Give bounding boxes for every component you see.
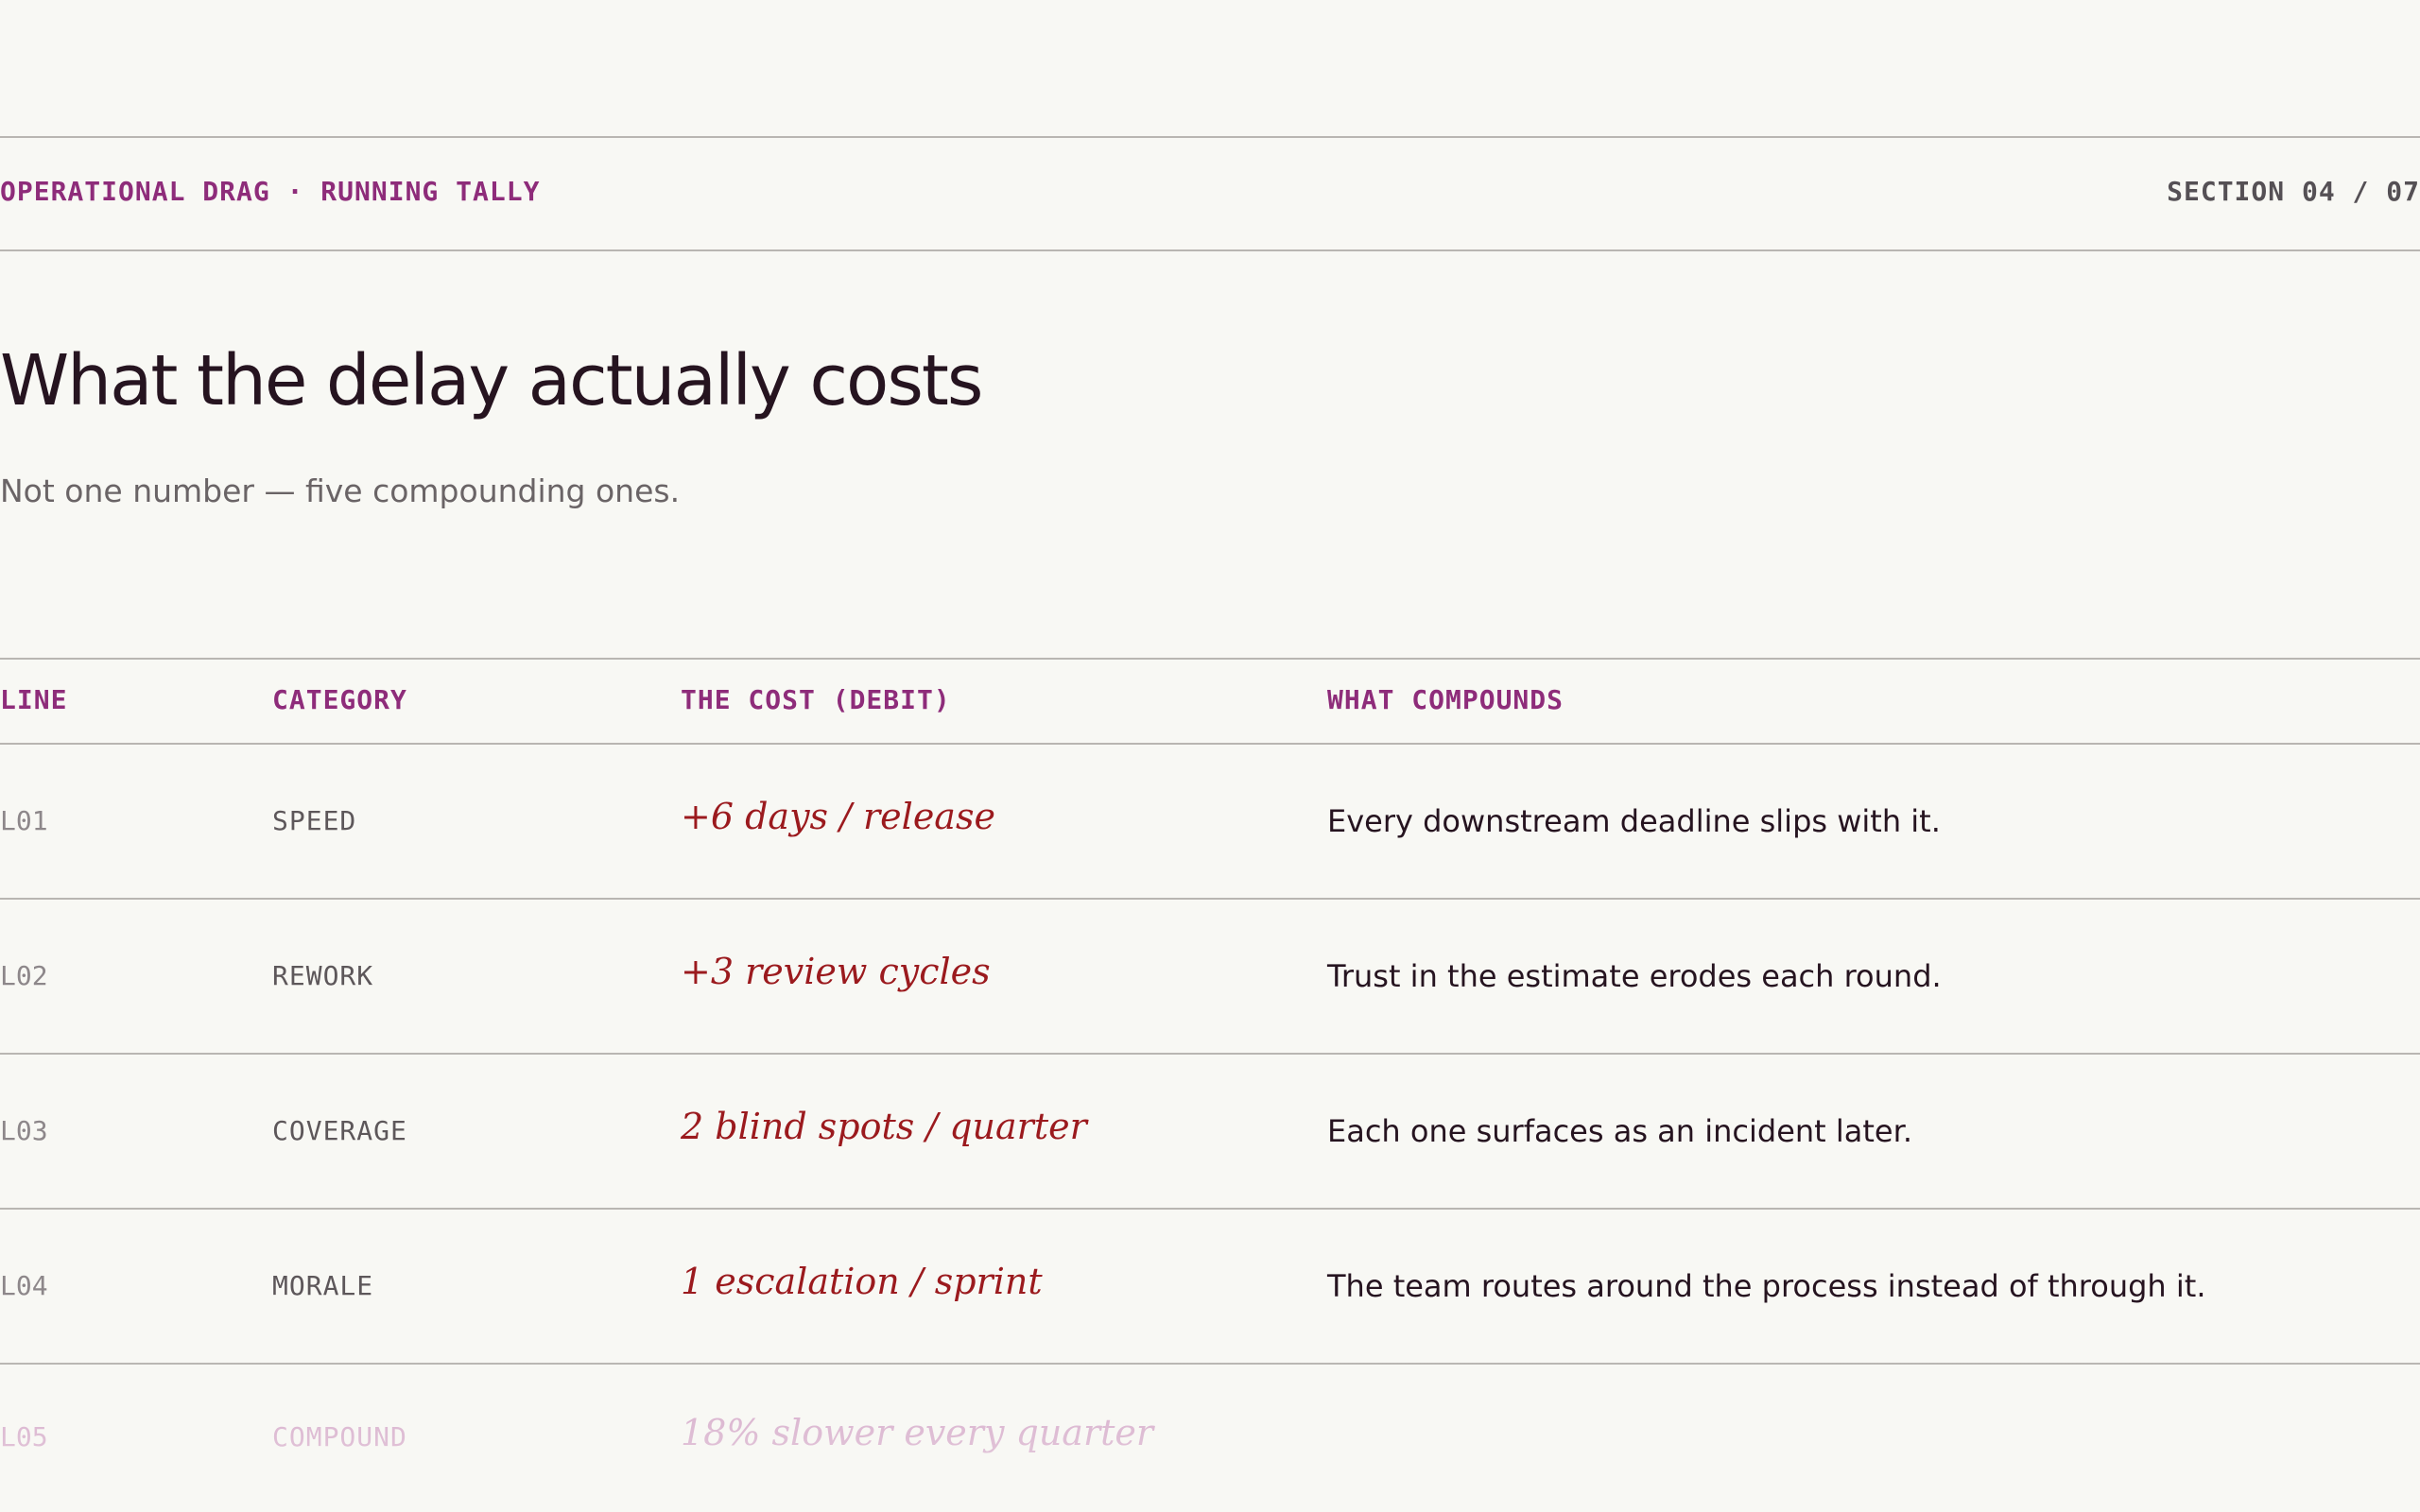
line-id: L01 xyxy=(0,805,48,836)
page-subtitle: Not one number — five compounding ones. xyxy=(0,472,681,509)
compounds-text: Trust in the estimate erodes each round. xyxy=(1327,958,1942,994)
line-id: L03 xyxy=(0,1115,48,1146)
top-rule xyxy=(0,136,2420,138)
cost-value: 18% slower every quarter xyxy=(681,1412,1154,1453)
section-eyebrow: OPERATIONAL DRAG · RUNNING TALLY xyxy=(0,176,541,207)
page-title: What the delay actually costs xyxy=(0,340,983,421)
column-header-category: CATEGORY xyxy=(272,684,407,715)
line-id: L05 xyxy=(0,1421,48,1452)
cost-value: 2 blind spots / quarter xyxy=(681,1106,1087,1147)
row-divider xyxy=(0,1363,2420,1365)
cost-value: +3 review cycles xyxy=(681,951,991,992)
category-label: SPEED xyxy=(272,805,357,836)
column-header-line: LINE xyxy=(0,684,68,715)
category-label: COMPOUND xyxy=(272,1421,407,1452)
column-header-cost: THE COST (DEBIT) xyxy=(681,684,951,715)
row-divider xyxy=(0,1208,2420,1210)
category-label: REWORK xyxy=(272,960,374,991)
table-header-rule xyxy=(0,743,2420,745)
line-id: L02 xyxy=(0,960,48,991)
line-id: L04 xyxy=(0,1270,48,1301)
cost-value: +6 days / release xyxy=(681,796,995,837)
compounds-text: Every downstream deadline slips with it. xyxy=(1327,803,1941,839)
section-counter: SECTION 04 / 07 xyxy=(2167,176,2420,207)
column-header-compounds: WHAT COMPOUNDS xyxy=(1327,684,1564,715)
table-top-rule xyxy=(0,658,2420,660)
header-bottom-rule xyxy=(0,249,2420,251)
row-divider xyxy=(0,1053,2420,1055)
category-label: COVERAGE xyxy=(272,1115,407,1146)
row-divider xyxy=(0,898,2420,900)
cost-value: 1 escalation / sprint xyxy=(681,1261,1043,1302)
category-label: MORALE xyxy=(272,1270,374,1301)
compounds-text: The team routes around the process inste… xyxy=(1327,1268,2206,1304)
compounds-text: Each one surfaces as an incident later. xyxy=(1327,1113,1912,1149)
